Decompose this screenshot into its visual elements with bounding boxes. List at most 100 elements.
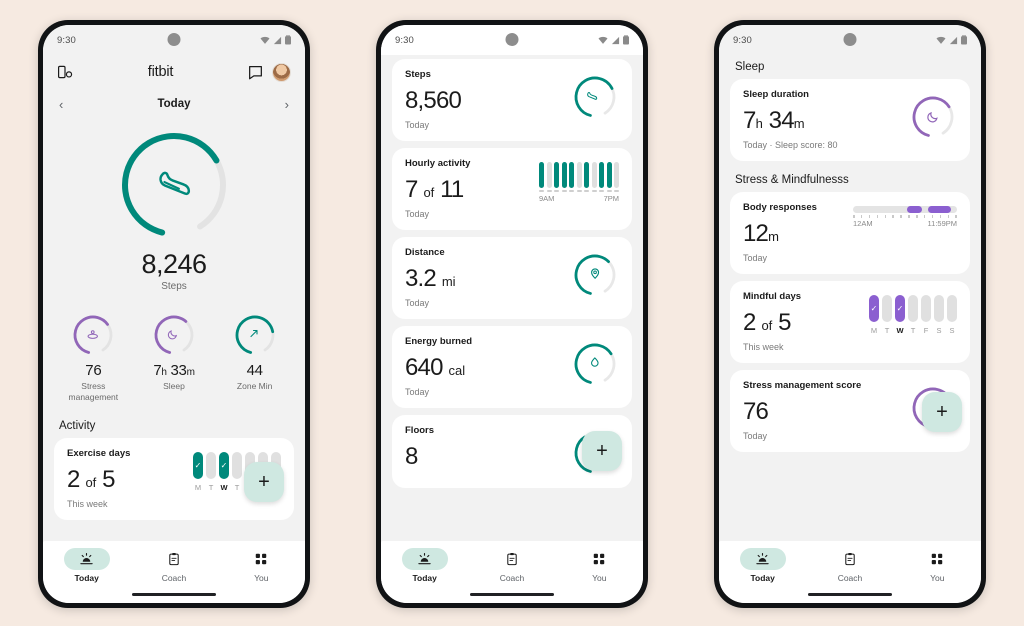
distance-sub: Today <box>405 298 430 308</box>
next-day-button[interactable]: › <box>285 98 289 111</box>
hourly-bar <box>554 162 559 188</box>
status-bar: 9:30 <box>43 25 305 55</box>
device-sync-icon[interactable] <box>57 64 73 80</box>
card-distance[interactable]: Distance 3.2 mi Today <box>392 237 632 319</box>
steps-label: Steps <box>161 281 187 292</box>
card-mindful-days[interactable]: Mindful days 2 of 5 This week ✓ M T ✓ W T F S S <box>730 281 970 363</box>
phone-3: 9:30 Sleep Sleep duration 7h 34m Today ·… <box>714 20 986 608</box>
distance-ring-wrap <box>571 247 619 299</box>
floors-value: 8 <box>405 443 418 470</box>
day-pill[interactable]: T <box>206 452 216 492</box>
hourly-tick <box>599 190 604 192</box>
zone-minutes-icon <box>250 329 258 338</box>
timeline-track <box>853 206 957 213</box>
energy-title: Energy burned <box>405 336 473 347</box>
nav-item-today[interactable]: Today <box>394 548 456 583</box>
steps-sub: Today <box>405 120 430 130</box>
energy-sub: Today <box>405 387 430 397</box>
day-letter: S <box>936 326 942 335</box>
day-pill[interactable]: S <box>947 295 957 335</box>
mindful-days-pills: ✓ M T ✓ W T F S S <box>869 291 957 335</box>
exercise-days-value: 2 of 5 <box>67 466 115 494</box>
stress-label: Stress management <box>68 381 119 402</box>
card-exercise-days[interactable]: Exercise days 2 of 5 This week ✓MT✓WTFSS… <box>54 438 294 521</box>
floors-title: Floors <box>405 425 435 436</box>
day-pill[interactable]: S <box>934 295 944 335</box>
nav-item-coach[interactable]: Coach <box>819 548 881 583</box>
card-hourly-activity[interactable]: Hourly activity 7 of 11 Today 9AM 7PM <box>392 148 632 230</box>
stress-value: 76 <box>85 362 102 379</box>
current-day-label: Today <box>157 98 191 110</box>
card-body-responses[interactable]: Body responses 12m Today 12AM 11:59PM <box>730 192 970 274</box>
sleep-value: 7h 33m <box>153 362 195 379</box>
day-pill[interactable]: ✓ M <box>193 452 203 492</box>
day-letter: T <box>910 326 916 335</box>
day-pill[interactable]: T <box>882 295 892 335</box>
hourly-bar <box>614 162 619 188</box>
metric-sleep[interactable]: 7h 33m Sleep <box>137 312 211 402</box>
card-steps[interactable]: Steps 8,560 Today <box>392 59 632 141</box>
hourly-tick <box>539 190 544 192</box>
day-letter: F <box>923 326 929 335</box>
stress-ring <box>70 312 116 358</box>
add-button[interactable]: + <box>922 392 962 432</box>
hourly-ticks <box>539 190 619 192</box>
prev-day-button[interactable]: ‹ <box>59 98 63 111</box>
sleep-duration-info: Sleep duration 7h 34m Today · Sleep scor… <box>743 89 838 150</box>
nav-item-coach[interactable]: Coach <box>143 548 205 583</box>
hourly-bar <box>569 162 574 188</box>
timeline-end-label: 11:59PM <box>927 218 957 228</box>
timeline-tick <box>884 215 886 218</box>
nav-today-pill <box>63 548 110 570</box>
day-pill-bar <box>882 295 892 322</box>
nav-item-coach[interactable]: Coach <box>481 548 543 583</box>
card-floors[interactable]: Floors 8 + <box>392 415 632 488</box>
avatar[interactable] <box>272 62 291 82</box>
card-energy-burned[interactable]: Energy burned 640 cal Today <box>392 326 632 408</box>
sleep-duration-value: 7h 34m <box>743 107 805 134</box>
day-pill[interactable]: ✓ M <box>869 295 879 335</box>
nav-item-today[interactable]: Today <box>732 548 794 583</box>
metric-zone-minutes[interactable]: 44 Zone Min <box>218 312 292 402</box>
chat-bubble-icon[interactable] <box>248 65 263 80</box>
day-pill-bar: ✓ <box>895 295 905 322</box>
steps-hero[interactable]: 8,246 Steps <box>43 119 305 302</box>
day-pill[interactable]: ✓ W <box>219 452 229 492</box>
add-button[interactable]: + <box>244 462 284 503</box>
hourly-start-label: 9AM <box>539 194 555 203</box>
steps-value: 8,246 <box>141 249 207 279</box>
timeline-tick <box>947 215 949 218</box>
day-pill[interactable]: ✓ W <box>895 295 905 335</box>
sleep-ring-wrap <box>909 89 957 141</box>
day-pill[interactable]: F <box>921 295 931 335</box>
body-responses-info: Body responses 12m Today <box>743 202 817 263</box>
energy-value: 640 cal <box>405 354 466 381</box>
nav-coach-pill <box>151 548 197 570</box>
hourly-tick <box>554 190 559 192</box>
day-letter: M <box>870 326 878 335</box>
nav-item-you[interactable]: You <box>906 548 968 583</box>
distance-title: Distance <box>405 247 445 258</box>
mindful-days-info: Mindful days 2 of 5 This week <box>743 291 801 352</box>
timeline-tick <box>853 215 855 218</box>
day-pill-bar <box>934 295 944 322</box>
steps-ring <box>574 76 616 118</box>
nav-item-you[interactable]: You <box>230 548 292 583</box>
steps-ring-wrap <box>571 69 619 121</box>
day-pill-bar: ✓ <box>219 452 229 480</box>
nav-item-you[interactable]: You <box>568 548 630 583</box>
add-button[interactable]: + <box>582 431 622 471</box>
day-letter: W <box>220 483 228 493</box>
energy-ring-wrap <box>571 336 619 388</box>
section-activity-title: Activity <box>43 414 305 439</box>
card-stress-management-score[interactable]: Stress management score 76 Today + <box>730 370 970 452</box>
day-pill[interactable]: T <box>908 295 918 335</box>
metric-stress-management[interactable]: 76 Stress management <box>56 312 130 402</box>
nav-item-today[interactable]: Today <box>56 548 118 583</box>
hourly-bar <box>539 162 544 188</box>
check-icon: ✓ <box>220 460 228 470</box>
floors-info: Floors 8 <box>405 425 434 469</box>
card-sleep-duration[interactable]: Sleep duration 7h 34m Today · Sleep scor… <box>730 79 970 161</box>
stress-score-sub: Today <box>743 431 768 441</box>
day-pill[interactable]: T <box>232 452 242 492</box>
